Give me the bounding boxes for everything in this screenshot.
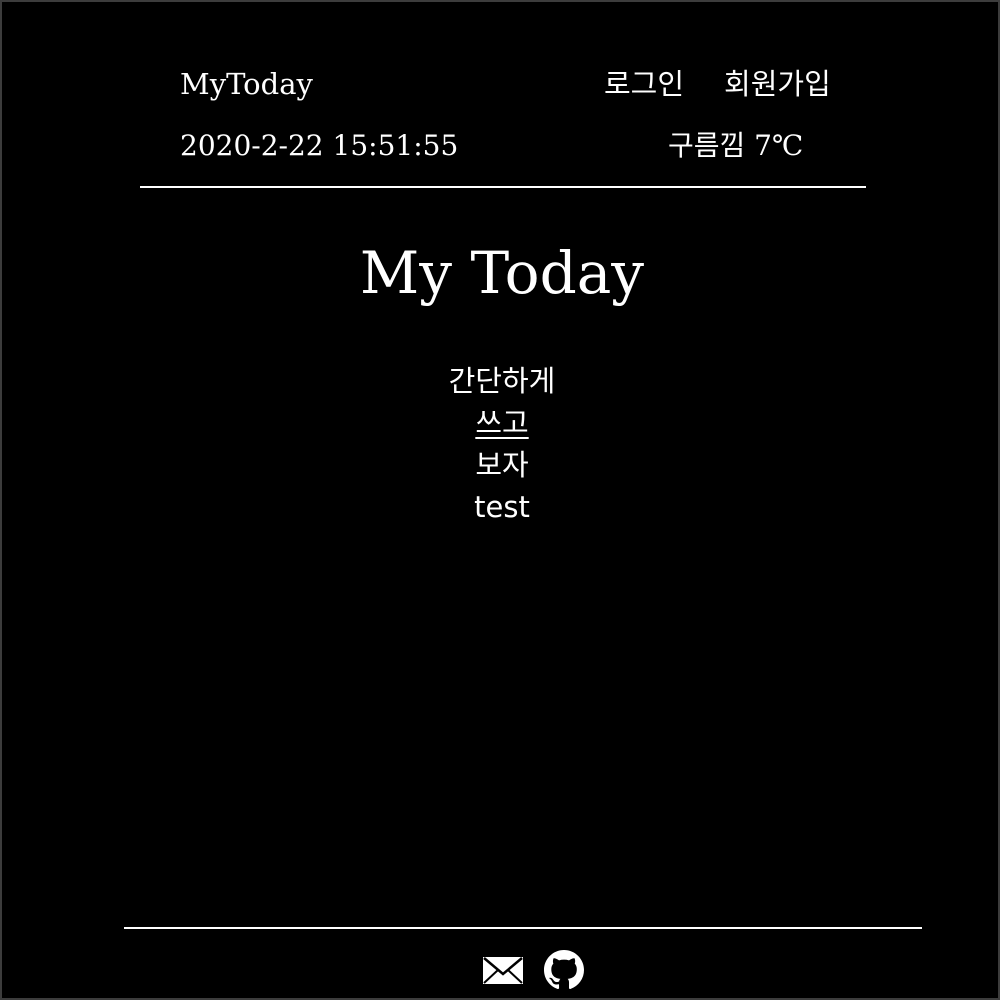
page: MyToday 로그인 회원가입 2020-2-22 15:51:55 구름낌 … (0, 0, 1000, 1000)
header-divider (140, 186, 866, 188)
footer-links (482, 950, 584, 990)
tagline-line: 쓰고 (475, 406, 529, 440)
tagline-list: 간단하게 쓰고 보자 test (2, 360, 1000, 528)
tagline-line: test (474, 490, 530, 524)
mail-icon[interactable] (482, 954, 524, 986)
page-title: My Today (359, 239, 645, 307)
weather-status: 구름낌 7℃ (668, 129, 804, 162)
signup-link[interactable]: 회원가입 (724, 66, 831, 102)
login-link[interactable]: 로그인 (604, 66, 684, 102)
current-datetime: 2020-2-22 15:51:55 (180, 129, 459, 162)
auth-nav: 로그인 회원가입 (604, 66, 831, 102)
brand-link[interactable]: MyToday (180, 66, 313, 102)
github-icon[interactable] (544, 950, 584, 990)
tagline-line: 간단하게 (448, 364, 556, 398)
footer-divider (124, 927, 922, 929)
tagline-line: 보자 (475, 448, 529, 482)
